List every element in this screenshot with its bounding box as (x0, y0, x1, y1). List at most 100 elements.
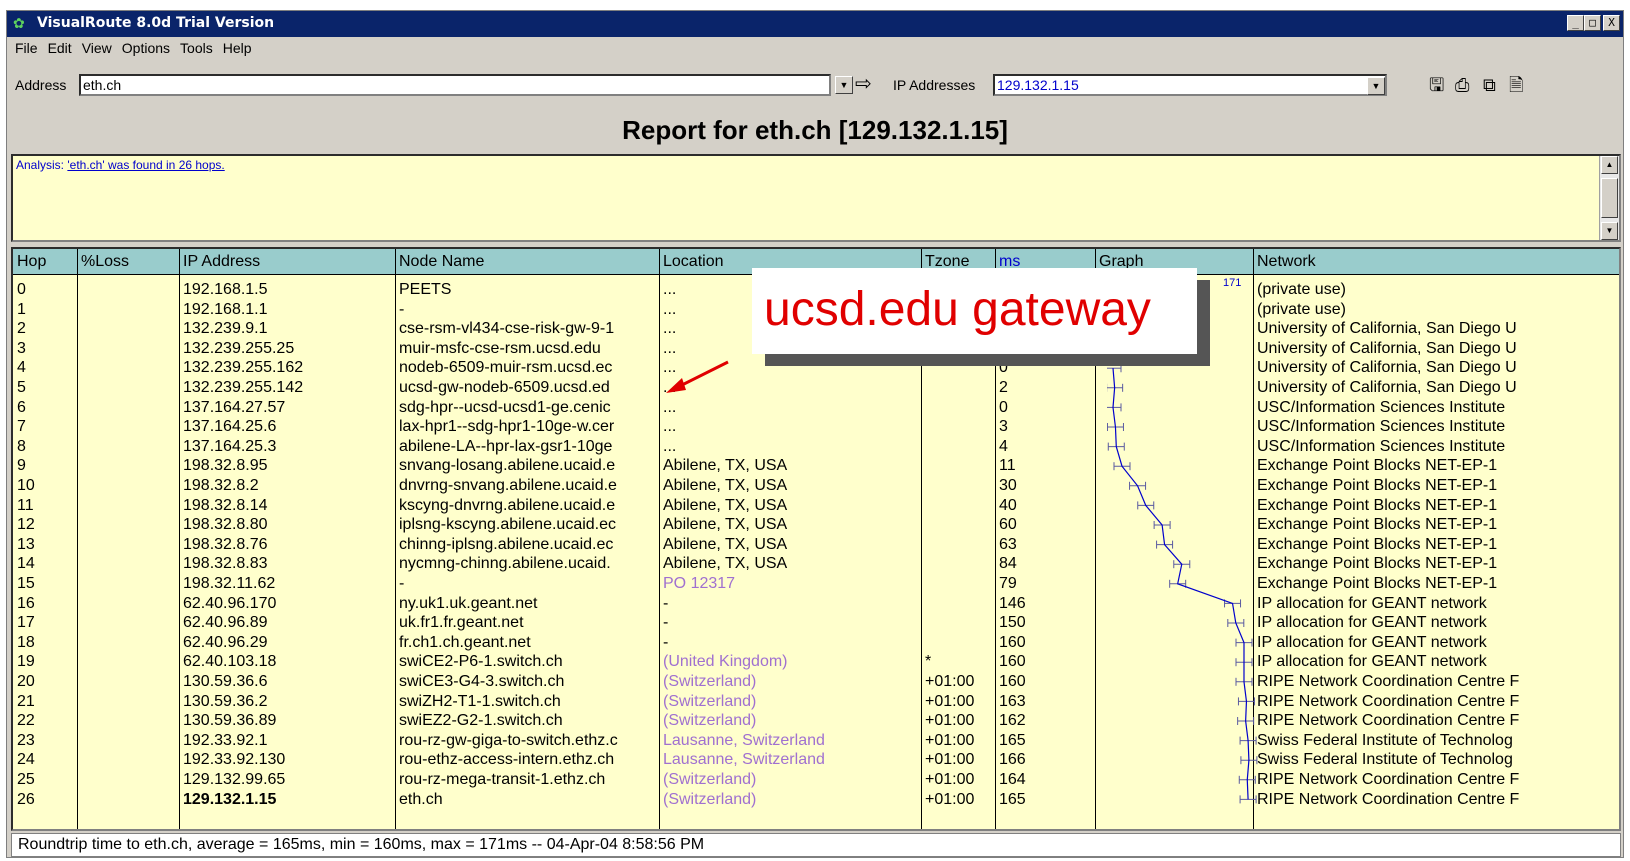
cell-loss (77, 456, 179, 476)
print-icon[interactable]: ⎙ (1455, 73, 1469, 97)
cell-loss (77, 652, 179, 672)
cell-hop: 25 (17, 771, 35, 788)
table-row[interactable]: 17 62.40.96.89 uk.fr1.fr.geant.net - 150 IP a… (13, 613, 1619, 633)
cell-tzone (921, 574, 995, 594)
cell-hop: 16 (17, 594, 35, 612)
table-row[interactable]: 5 132.239.255.142 ucsd-gw-nodeb-6509.ucsd.… (13, 378, 1619, 398)
cell-node: iplsng-kscyng.abilene.ucaid.ec (399, 516, 617, 534)
address-bar: Address eth.ch ▼ ⇨ IP Addresses 129.132.… (7, 71, 1623, 99)
cell-location: (United Kingdom) (663, 653, 788, 671)
table-row[interactable]: 25 129.132.99.65 rou-rz-mega-transit-1.eth… (13, 770, 1619, 790)
copy-icon[interactable]: ⧉ (1483, 73, 1496, 97)
cell-node: - (399, 575, 405, 592)
cell-ip: 137.164.25.6 (183, 418, 277, 436)
visualroute-window: ✿ VisualRoute 8.0d Trial Version _ □ X F… (6, 10, 1624, 858)
cell-ip: 198.32.8.14 (183, 496, 268, 514)
cell-ms: 4 (999, 437, 1008, 455)
scroll-up-button[interactable]: ▲ (1601, 156, 1618, 174)
table-row[interactable]: 14 198.32.8.83 nycmng-chinng.abilene.ucaid… (13, 554, 1619, 574)
cell-loss (77, 437, 179, 457)
cell-ms: 160 (999, 633, 1026, 651)
ip-dropdown-button[interactable]: ▼ (1367, 77, 1385, 95)
table-row[interactable]: 10 198.32.8.2 dnvrng-snvang.abilene.ucaid.… (13, 476, 1619, 496)
cell-network: Swiss Federal Institute of Technolog (1257, 731, 1513, 749)
minimize-button[interactable]: _ (1567, 15, 1584, 31)
app-icon: ✿ (13, 15, 25, 31)
cell-ms: 40 (999, 496, 1017, 514)
menu-file[interactable]: File (15, 37, 38, 59)
analysis-label: Analysis: (16, 158, 65, 172)
cell-loss (77, 280, 179, 300)
cell-location: Abilene, TX, USA (663, 555, 788, 573)
scroll-down-button[interactable]: ▼ (1601, 222, 1618, 240)
maximize-button[interactable]: □ (1584, 15, 1601, 31)
cell-location: - (663, 614, 669, 632)
table-row[interactable]: 21 130.59.36.2 swiZH2-T1-1.switch.ch (Switz… (13, 692, 1619, 712)
cell-ip: 137.164.25.3 (183, 437, 277, 455)
cell-ms: 165 (999, 731, 1026, 749)
address-dropdown-button[interactable]: ▼ (835, 76, 853, 94)
table-row[interactable]: 16 62.40.96.170 ny.uk1.uk.geant.net - 146 IP … (13, 594, 1619, 614)
cell-hop: 4 (17, 359, 26, 377)
cell-location: (Switzerland) (663, 771, 757, 788)
close-button[interactable]: X (1603, 15, 1620, 31)
cell-tzone: +01:00 (925, 712, 975, 730)
cell-ip: 129.132.99.65 (183, 771, 286, 788)
cell-hop: 8 (17, 437, 26, 455)
table-row[interactable]: 8 137.164.25.3 abilene-LA--hpr-lax-gsr1-10… (13, 437, 1619, 457)
header-loss[interactable]: %Loss (77, 249, 179, 275)
table-row[interactable]: 23 192.33.92.1 rou-rz-gw-giga-to-switch.et… (13, 731, 1619, 751)
table-row[interactable]: 20 130.59.36.6 swiCE3-G4-3.switch.ch (Switz… (13, 672, 1619, 692)
header-hop[interactable]: Hop (13, 249, 77, 275)
header-node[interactable]: Node Name (395, 249, 659, 275)
cell-node: chinng-iplsng.abilene.ucaid.ec (399, 535, 614, 553)
menu-options[interactable]: Options (122, 37, 170, 59)
table-row[interactable]: 24 192.33.92.130 rou-ethz-access-intern.et… (13, 750, 1619, 770)
table-row[interactable]: 19 62.40.103.18 swiCE2-P6-1.switch.ch (Unit… (13, 652, 1619, 672)
cell-hop: 5 (17, 379, 26, 396)
menu-view[interactable]: View (82, 37, 112, 59)
table-row[interactable]: 13 198.32.8.76 chinng-iplsng.abilene.ucaid… (13, 535, 1619, 555)
scroll-thumb[interactable] (1601, 178, 1618, 218)
cell-tzone (921, 554, 995, 574)
cell-hop: 24 (17, 751, 35, 769)
cell-location: - (663, 594, 669, 612)
analysis-scrollbar[interactable]: ▲ ▼ (1599, 156, 1619, 240)
analysis-link[interactable]: 'eth.ch' was found in 26 hops. (67, 158, 224, 172)
cell-ms: 3 (999, 418, 1008, 436)
menu-edit[interactable]: Edit (48, 37, 72, 59)
table-row[interactable]: 7 137.164.25.6 lax-hpr1--sdg-hpr1-10ge-w.c… (13, 417, 1619, 437)
table-row[interactable]: 9 198.32.8.95 snvang-losang.abilene.ucaid.… (13, 456, 1619, 476)
menu-tools[interactable]: Tools (180, 37, 213, 59)
cell-tzone: +01:00 (925, 692, 975, 710)
table-row[interactable]: 26 129.132.1.15 eth.ch (Switzerland) +01:00 1… (13, 790, 1619, 810)
go-arrow-icon[interactable]: ⇨ (855, 72, 872, 96)
cell-network: Swiss Federal Institute of Technolog (1257, 751, 1513, 769)
menu-help[interactable]: Help (223, 37, 252, 59)
title-bar[interactable]: ✿ VisualRoute 8.0d Trial Version _ □ X (7, 11, 1623, 37)
save-icon[interactable]: 🖫 (1429, 73, 1444, 97)
report-icon[interactable]: 🗎 (1509, 73, 1523, 97)
cell-loss (77, 398, 179, 418)
table-row[interactable]: 15 198.32.11.62 - PO 12317 79 Exchange Point … (13, 574, 1619, 594)
ip-addresses-select[interactable]: 129.132.1.15 (993, 74, 1387, 96)
table-row[interactable]: 18 62.40.96.29 fr.ch1.ch.geant.net - 160 IP a… (13, 633, 1619, 653)
table-row[interactable]: 12 198.32.8.80 iplsng-kscyng.abilene.ucaid… (13, 515, 1619, 535)
cell-loss (77, 378, 179, 398)
header-network[interactable]: Network (1253, 249, 1619, 275)
address-input[interactable]: eth.ch (79, 74, 831, 96)
table-row[interactable]: 11 198.32.8.14 kscyng-dnvrng.abilene.ucaid… (13, 496, 1619, 516)
cell-network: Exchange Point Blocks NET-EP-1 (1257, 477, 1498, 494)
cell-network: USC/Information Sciences Institute (1257, 437, 1506, 455)
cell-loss (77, 692, 179, 712)
header-ip[interactable]: IP Address (179, 249, 395, 275)
table-row[interactable]: 6 137.164.27.57 sdg-hpr--ucsd-ucsd1-ge.cen… (13, 398, 1619, 418)
cell-location: (Switzerland) (663, 692, 757, 710)
cell-ip: 198.32.8.95 (183, 457, 268, 475)
cell-loss (77, 496, 179, 516)
cell-loss (77, 300, 179, 320)
table-row[interactable]: 22 130.59.36.89 swiEZ2-G2-1.switch.ch (Swit… (13, 711, 1619, 731)
address-label: Address (15, 77, 67, 93)
cell-loss (77, 515, 179, 535)
cell-loss (77, 633, 179, 653)
